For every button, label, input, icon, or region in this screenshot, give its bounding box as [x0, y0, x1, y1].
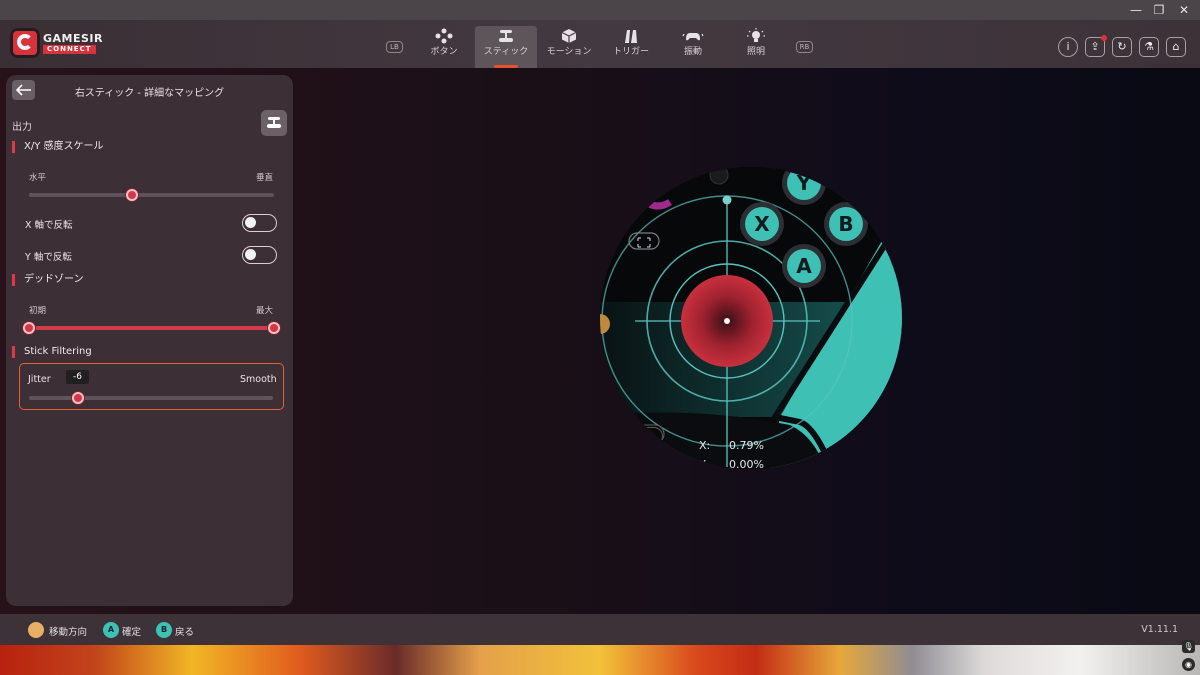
y-axis-label: Y:	[699, 458, 708, 469]
info-icon[interactable]: i	[1058, 37, 1078, 57]
sensitivity-slider-track[interactable]	[29, 189, 274, 201]
reset-icon[interactable]: ↻	[1112, 37, 1132, 57]
x-axis-value: 0.79%	[729, 439, 764, 452]
minimize-button[interactable]: —	[1124, 1, 1148, 19]
filter-value-tooltip: -6	[66, 370, 89, 384]
main-area: 右スティック - 詳細なマッピング 出力 X/Y 感度スケール 水平 垂直 X …	[0, 68, 1200, 614]
tab-label: 照明	[746, 47, 765, 57]
vertical-label: 垂直	[256, 173, 274, 183]
version-label: V1.11.1	[1141, 624, 1178, 635]
tab-label: モーション	[546, 47, 592, 57]
app-header: GAMESIR CONNECT LB ボタン スティック モーション トリガー …	[0, 20, 1200, 68]
invert-x-toggle[interactable]	[242, 214, 277, 232]
deadzone-max-knob[interactable]	[268, 322, 280, 334]
a-button-icon: A	[103, 622, 119, 638]
tab-buttons[interactable]: ボタン	[413, 26, 475, 68]
brand-subtitle: CONNECT	[43, 45, 96, 54]
motion-icon	[538, 26, 600, 46]
microphone-icon[interactable]: 🎙	[1182, 640, 1195, 653]
stick-preview: X Y B A M AMESIR X: 0.79% Y: 0.00%	[600, 167, 902, 469]
stick-icon	[475, 26, 537, 46]
record-icon[interactable]: ◉	[1182, 658, 1195, 671]
buttons-icon	[413, 26, 475, 46]
tab-label: 振動	[683, 47, 702, 57]
jitter-label: Jitter	[28, 374, 51, 385]
deadzone-range-fill	[29, 326, 274, 330]
upgrade-glyph: ⇪	[1090, 40, 1100, 53]
joystick-hint-icon	[28, 622, 44, 638]
output-stick-button[interactable]	[261, 110, 287, 136]
tab-vibration[interactable]: 振動	[662, 26, 724, 68]
stick-preview-graphic: X Y B A	[600, 167, 902, 469]
stick-filtering-box[interactable]: Jitter -6 Smooth	[19, 363, 284, 410]
tab-motion[interactable]: モーション	[538, 26, 600, 68]
close-button[interactable]: ✕	[1172, 1, 1196, 19]
panel-title: 右スティック - 詳細なマッピング	[74, 88, 225, 99]
stick-icon	[267, 117, 281, 128]
upgrade-icon[interactable]: ⇪	[1085, 35, 1107, 57]
gamesir-watermark: AMESIR	[618, 453, 689, 469]
trigger-icon	[600, 26, 662, 46]
title-bar: — ❐ ✕	[0, 0, 1200, 20]
deadzone-section-title: デッドゾーン	[12, 274, 84, 286]
tab-label: ボタン	[430, 47, 458, 57]
mode-button[interactable]: M	[629, 427, 663, 445]
filter-slider-knob[interactable]	[71, 392, 84, 404]
y-axis-value: 0.00%	[729, 458, 764, 469]
toggle-knob	[245, 217, 256, 228]
brand-name: GAMESIR	[43, 32, 103, 45]
confirm-hint: 確定	[122, 627, 142, 638]
x-face-button-icon: X	[754, 212, 770, 236]
smooth-label: Smooth	[240, 374, 277, 385]
sensitivity-slider-knob[interactable]	[125, 189, 138, 201]
lab-icon[interactable]: ⚗	[1139, 37, 1159, 57]
tab-lighting[interactable]: 照明	[725, 26, 787, 68]
mapping-panel: 右スティック - 詳細なマッピング 出力 X/Y 感度スケール 水平 垂直 X …	[6, 75, 293, 606]
promo-banner	[0, 645, 1200, 675]
tab-trigger[interactable]: トリガー	[600, 26, 662, 68]
tab-stick[interactable]: スティック	[475, 26, 537, 68]
a-face-button-icon: A	[796, 254, 812, 278]
sensitivity-section-title: X/Y 感度スケール	[12, 141, 104, 153]
invert-y-label: Y 軸で反転	[25, 252, 72, 263]
lighting-icon	[725, 26, 787, 46]
move-direction-hint: 移動方向	[49, 627, 88, 638]
vibration-icon	[662, 26, 724, 46]
invert-y-toggle[interactable]	[242, 246, 277, 264]
home-icon[interactable]: ⌂	[1166, 37, 1186, 57]
stick-filtering-section-title: Stick Filtering	[12, 346, 92, 358]
back-hint: 戻る	[175, 627, 195, 638]
x-axis-label: X:	[699, 439, 711, 452]
tab-label: トリガー	[612, 47, 649, 57]
rb-shoulder-button[interactable]: RB	[796, 41, 813, 53]
invert-x-label: X 軸で反転	[25, 220, 73, 231]
toggle-knob	[245, 249, 256, 260]
horizontal-label: 水平	[29, 173, 47, 183]
deadzone-max-label: 最大	[256, 306, 274, 316]
footer-bar: 移動方向 A 確定 B 戻る V1.11.1	[0, 614, 1200, 645]
filter-slider-track[interactable]	[29, 392, 273, 404]
b-button-icon: B	[156, 622, 172, 638]
deadzone-slider-track[interactable]	[23, 322, 280, 334]
lb-shoulder-button[interactable]: LB	[386, 41, 403, 53]
gamesir-logo	[10, 28, 40, 58]
deadzone-min-label: 初期	[29, 306, 47, 316]
tab-label: スティック	[483, 47, 529, 57]
y-face-button-icon: Y	[796, 171, 812, 195]
output-label: 出力	[12, 122, 32, 133]
deadzone-min-knob[interactable]	[23, 322, 35, 334]
b-face-button-icon: B	[838, 212, 853, 236]
notification-badge	[1101, 35, 1107, 41]
logo-g-icon	[17, 34, 33, 50]
restore-button[interactable]: ❐	[1147, 1, 1171, 19]
